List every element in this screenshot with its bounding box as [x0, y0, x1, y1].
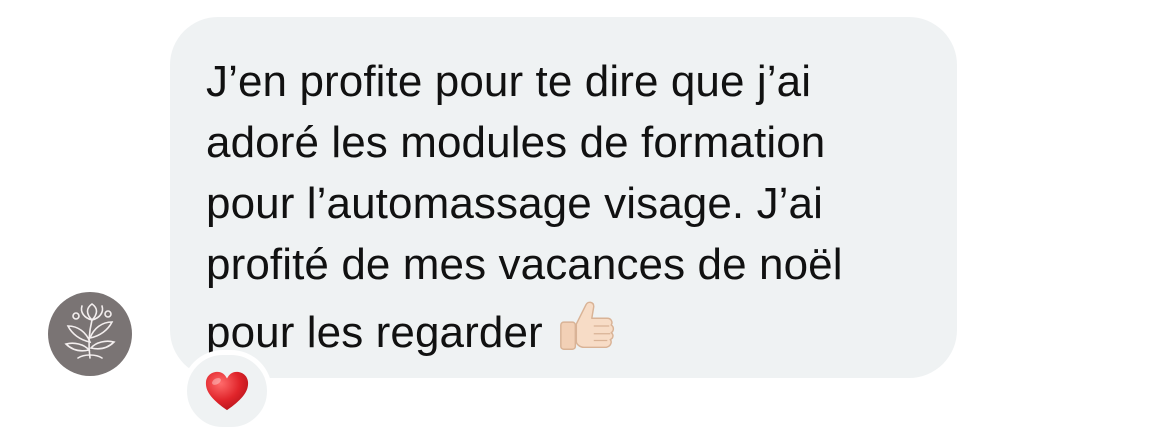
- floral-avatar-icon: [64, 303, 116, 359]
- reaction-badge[interactable]: [182, 350, 272, 432]
- message-line: pour l’automassage visage. J’ai: [206, 179, 823, 228]
- sender-avatar[interactable]: [48, 292, 132, 376]
- message-line: pour les regarder: [206, 308, 543, 357]
- message-line: adoré les modules de formation: [206, 118, 826, 167]
- message-line: J’en profite pour te dire que j’ai: [206, 57, 812, 106]
- message-line: profité de mes vacances de noël: [206, 240, 843, 289]
- thumbs-up-icon: [555, 295, 617, 357]
- message-bubble[interactable]: J’en profite pour te dire que j’ai adoré…: [170, 17, 957, 378]
- message-text: J’en profite pour te dire que j’ai adoré…: [206, 51, 927, 363]
- red-heart-icon: [205, 371, 249, 411]
